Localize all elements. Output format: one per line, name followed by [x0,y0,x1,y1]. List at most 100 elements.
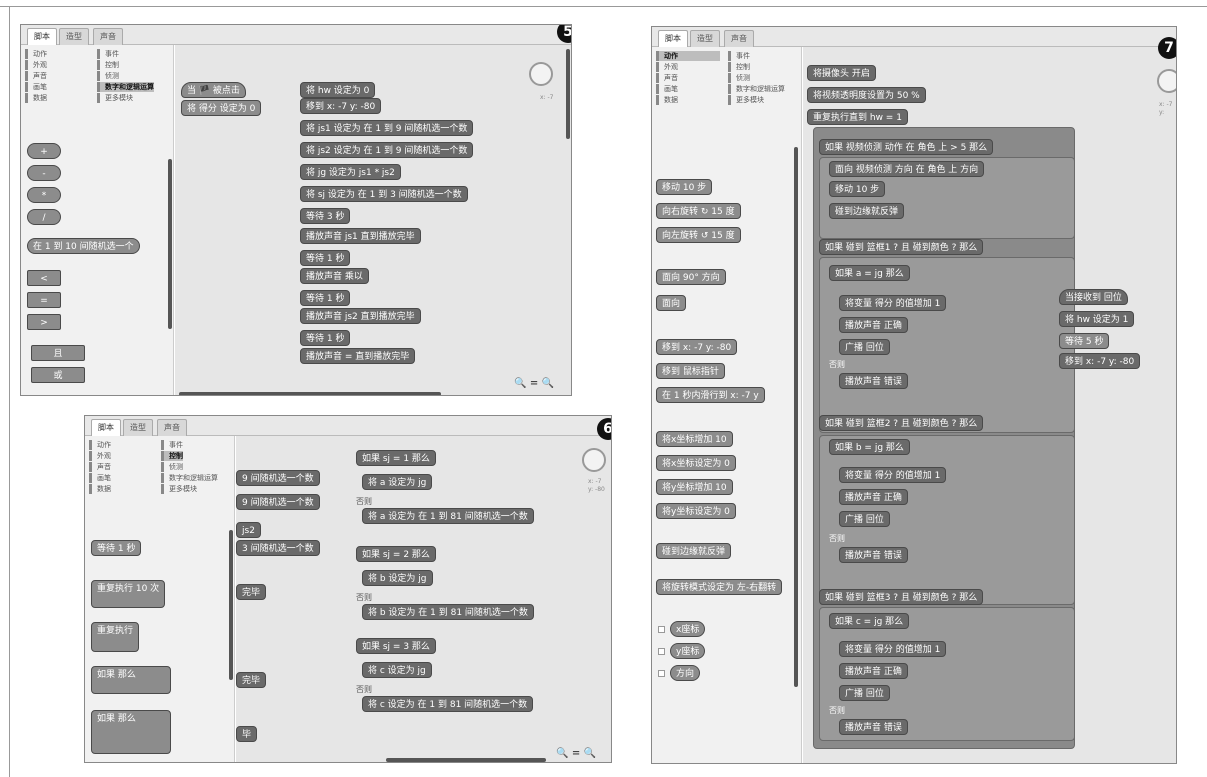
script-block[interactable]: 如果 sj = 2 那么 [356,546,436,562]
cat-data[interactable]: 数据 [25,93,47,103]
script-block[interactable]: 广播 回位 [839,685,890,701]
script-block[interactable]: 将变量 得分 的值增加 1 [839,295,947,311]
script-block[interactable]: 将 js1 设定为 在 1 到 9 间随机选一个数 [300,120,474,136]
palette-scrollbar[interactable] [794,147,798,687]
script-block[interactable]: 广播 回位 [839,511,890,527]
palette-block[interactable]: 面向 90° 方向 [656,269,726,285]
palette-block[interactable]: 向右旋转 ↻ 15 度 [656,203,741,219]
cat-data[interactable]: 数据 [656,95,678,105]
tab-costumes[interactable]: 造型 [123,419,153,436]
script-block[interactable]: 重复执行直到 hw = 1 [807,109,908,125]
palette-block[interactable]: 将y坐标设定为 0 [656,503,736,519]
op-and-block[interactable]: 且 [31,345,85,361]
palette-block[interactable]: 将y坐标增加 10 [656,479,733,495]
reporter-checkbox[interactable] [658,648,665,655]
script-block[interactable]: 如果 碰到 篮框1 ? 且 碰到颜色 ? 那么 [819,239,984,255]
palette-block[interactable]: 移动 10 步 [656,179,713,195]
script-block[interactable]: 播放声音 js2 直到播放完毕 [300,308,421,324]
script-block[interactable]: 将 a 设定为 jg [362,474,433,490]
cat-sound[interactable]: 声音 [25,71,47,81]
script-block[interactable]: 将 a 设定为 在 1 到 81 间随机选一个数 [362,508,534,524]
palette-scrollbar[interactable] [168,159,172,329]
cat-sensing[interactable]: 侦测 [728,73,750,83]
script-block[interactable]: 如果 b = jg 那么 [829,439,910,455]
script-block[interactable]: 如果 碰到 篮框2 ? 且 碰到颜色 ? 那么 [819,415,984,431]
script-block[interactable]: 将 c 设定为 jg [362,662,432,678]
script-block[interactable]: 移动 10 步 [829,181,886,197]
script-block[interactable]: 将变量 得分 的值增加 1 [839,641,947,657]
zoom-controls[interactable]: 🔍 = 🔍 [556,748,596,759]
palette-block[interactable]: 移到 x: -7 y: -80 [656,339,738,355]
script-block[interactable]: 播放声音 乘以 [300,268,369,284]
script-block[interactable]: 如果 视频侦测 动作 在 角色 上 > 5 那么 [819,139,994,155]
script-block[interactable]: 如果 c = jg 那么 [829,613,910,629]
script-block[interactable]: 碰到边缘就反弹 [829,203,905,219]
cat-pen[interactable]: 画笔 [25,82,47,92]
op-random-block[interactable]: 在 1 到 10 间随机选一个 [27,238,140,254]
script-vscroll[interactable] [566,49,570,139]
tab-scripts[interactable]: 脚本 [91,419,121,436]
cat-events[interactable]: 事件 [728,51,750,61]
script-block[interactable]: 将 jg 设定为 js1 * js2 [300,164,401,180]
partial-block[interactable]: js2 [236,522,261,538]
tab-costumes[interactable]: 造型 [690,30,720,47]
script-block[interactable]: 将 hw 设定为 0 [300,82,376,98]
partial-block[interactable]: 毕 [236,726,258,742]
palette-block[interactable]: 碰到边缘就反弹 [656,543,732,559]
tab-sounds[interactable]: 声音 [93,28,123,45]
script-block[interactable]: 等待 1 秒 [300,250,351,266]
palette-block[interactable]: 移到 鼠标指针 [656,363,725,379]
cat-data[interactable]: 数据 [89,484,111,494]
cat-motion[interactable]: 动作 [656,51,720,61]
side-script-block[interactable]: 移到 x: -7 y: -80 [1059,353,1141,369]
cat-pen[interactable]: 画笔 [656,84,678,94]
cat-operators[interactable]: 数字和逻辑运算 [728,84,785,94]
palette-block[interactable]: x座标 [670,621,706,637]
cat-sensing[interactable]: 侦测 [161,462,183,472]
script-block[interactable]: 等待 1 秒 [300,290,351,306]
script-block[interactable]: 如果 a = jg 那么 [829,265,910,281]
script-block[interactable]: 将 b 设定为 jg [362,570,433,586]
palette-block[interactable]: 方向 [670,665,701,681]
cat-motion[interactable]: 动作 [25,49,47,59]
cat-events[interactable]: 事件 [161,440,183,450]
cat-pen[interactable]: 画笔 [89,473,111,483]
script-block[interactable]: 播放声音 错误 [839,719,908,735]
script-block[interactable]: 如果 sj = 3 那么 [356,638,436,654]
op-div-block[interactable]: / [27,209,61,225]
cat-looks[interactable]: 外观 [656,62,678,72]
tab-sounds[interactable]: 声音 [724,30,754,47]
side-script-block[interactable]: 将 hw 设定为 1 [1059,311,1135,327]
palette-block[interactable]: 在 1 秒内滑行到 x: -7 y [656,387,765,403]
cat-events[interactable]: 事件 [97,49,119,59]
cat-operators[interactable]: 数字和逻辑运算 [97,82,154,92]
cat-operators[interactable]: 数字和逻辑运算 [161,473,218,483]
cat-sound[interactable]: 声音 [89,462,111,472]
palette-block[interactable]: 将x坐标设定为 0 [656,455,736,471]
palette-scrollbar[interactable] [229,530,233,680]
palette-block[interactable]: 将x坐标增加 10 [656,431,733,447]
palette-block[interactable]: 向左旋转 ↺ 15 度 [656,227,741,243]
green-flag-hat-block[interactable]: 当 🏴 被点击 [181,82,246,98]
script-block[interactable]: 面向 视频侦测 方向 在 角色 上 方向 [829,161,985,177]
script-hscroll[interactable] [386,758,546,762]
script-block[interactable]: 播放声音 js1 直到播放完毕 [300,228,421,244]
script-block[interactable]: 等待 3 秒 [300,208,351,224]
palette-block[interactable]: 面向 [656,295,687,311]
side-script-block[interactable]: 等待 5 秒 [1059,333,1110,349]
reporter-checkbox[interactable] [658,626,665,633]
cat-more[interactable]: 更多模块 [161,484,197,494]
tab-costumes[interactable]: 造型 [59,28,89,45]
script-block[interactable]: 播放声音 正确 [839,663,908,679]
script-block[interactable]: 广播 回位 [839,339,890,355]
cat-control[interactable]: 控制 [728,62,750,72]
script-block[interactable]: 将摄像头 开启 [807,65,876,81]
tab-sounds[interactable]: 声音 [157,419,187,436]
op-lt-block[interactable]: < [27,270,61,286]
script-block[interactable]: 将变量 得分 的值增加 1 [839,467,947,483]
script-block[interactable]: 将 js2 设定为 在 1 到 9 间随机选一个数 [300,142,474,158]
partial-block[interactable]: 9 间随机选一个数 [236,494,320,510]
script-block[interactable]: 将视频透明度设置为 50 % [807,87,926,103]
script-block[interactable]: 将 b 设定为 在 1 到 81 间随机选一个数 [362,604,534,620]
script-block[interactable]: 如果 碰到 篮框3 ? 且 碰到颜色 ? 那么 [819,589,984,605]
